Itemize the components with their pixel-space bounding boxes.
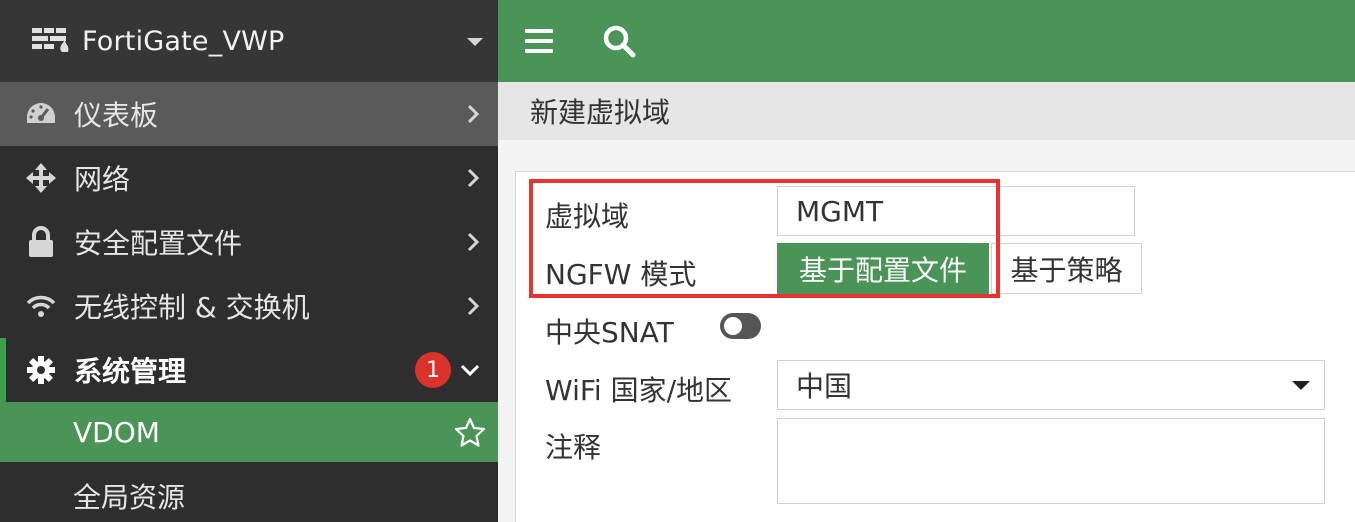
wifi-country-label: WiFi 国家/地区 [545,374,733,407]
central-snat-toggle[interactable] [720,313,761,339]
chevron-right-icon [467,104,480,124]
chevron-down-icon [460,364,480,377]
sidebar-item-label: 安全配置文件 [74,227,243,260]
dropdown-arrow-icon [1292,381,1310,390]
sidebar-item-dashboard[interactable]: 仪表板 [0,82,498,146]
lock-icon [24,225,58,259]
search-icon[interactable] [602,24,636,58]
sidebar: FortiGate_VWP 仪表板 网络 安全配置文件 无线控制 & 交换机 系… [0,0,498,522]
sidebar-subitem-global-resources[interactable]: 全局资源 [0,466,498,522]
sidebar-item-wifi-switch[interactable]: 无线控制 & 交换机 [0,274,498,338]
sidebar-item-label: 无线控制 & 交换机 [74,291,310,324]
sidebar-item-system[interactable]: 系统管理 1 [0,338,498,402]
sidebar-item-security-profiles[interactable]: 安全配置文件 [0,210,498,274]
central-snat-label: 中央SNAT [545,316,674,349]
sidebar-item-label: 仪表板 [74,99,159,132]
wifi-country-select[interactable]: 中国 [777,360,1325,410]
hamburger-menu-icon[interactable] [524,26,554,56]
chevron-down-icon [467,38,483,46]
sidebar-subitem-label: VDOM [73,415,160,449]
toggle-knob [724,317,742,335]
device-name: FortiGate_VWP [82,25,285,57]
chevron-right-icon [467,296,480,316]
ngfw-profile-based-option[interactable]: 基于配置文件 [777,243,989,294]
notification-badge: 1 [415,352,451,388]
sidebar-subitem-vdom[interactable]: VDOM [0,402,498,462]
sidebar-item-label: 网络 [74,163,131,196]
dashboard-gauge-icon [24,97,58,131]
vdom-name-label: 虚拟域 [545,200,630,233]
vdom-name-input[interactable]: MGMT [777,186,1135,236]
gear-icon [24,353,58,387]
top-bar [498,0,1355,82]
page-title: 新建虚拟域 [498,82,1355,140]
chevron-right-icon [467,232,480,252]
ngfw-mode-label: NGFW 模式 [545,258,697,291]
ngfw-policy-based-option[interactable]: 基于策略 [991,243,1142,294]
comment-label: 注释 [545,431,602,464]
chevron-right-icon [467,168,480,188]
comment-textarea[interactable] [777,418,1325,504]
network-arrows-icon [24,161,58,195]
sidebar-item-network[interactable]: 网络 [0,146,498,210]
wifi-icon [24,289,58,323]
device-selector[interactable]: FortiGate_VWP [0,0,498,82]
sidebar-item-label: 系统管理 [74,355,187,388]
fortigate-logo-icon [32,28,69,52]
star-favorite-icon[interactable] [454,417,486,447]
wifi-country-value: 中国 [796,370,853,403]
sidebar-subitem-label: 全局资源 [73,481,186,514]
